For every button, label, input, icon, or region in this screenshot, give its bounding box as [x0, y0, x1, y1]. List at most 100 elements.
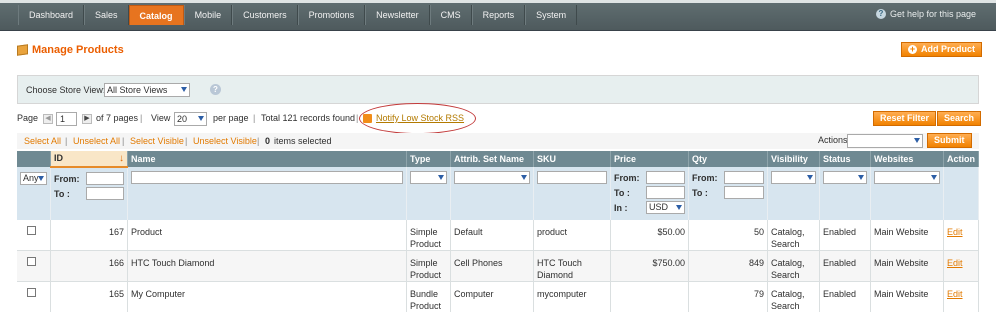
- cell-type: Simple Product: [406, 220, 451, 251]
- reset-filter-button[interactable]: Reset Filter: [873, 111, 937, 126]
- chevron-down-icon: [914, 138, 920, 143]
- col-visibility[interactable]: Visibility: [767, 151, 820, 167]
- submit-button[interactable]: Submit: [927, 133, 972, 148]
- col-attrib-set[interactable]: Attrib. Set Name: [450, 151, 534, 167]
- row-checkbox[interactable]: [27, 226, 36, 235]
- row-checkbox[interactable]: [27, 288, 36, 297]
- highlight-ellipse: [359, 103, 476, 134]
- cell-visibility: Catalog, Search: [767, 281, 820, 312]
- reset-filter-label: Reset Filter: [880, 113, 930, 123]
- price-to-input[interactable]: [646, 186, 685, 199]
- id-from-input[interactable]: [86, 172, 124, 185]
- name-filter-input[interactable]: [131, 171, 403, 184]
- nav-newsletter[interactable]: Newsletter: [365, 5, 430, 25]
- cell-websites: Main Website: [870, 281, 944, 312]
- unselect-all-link[interactable]: Unselect All: [73, 136, 120, 146]
- edit-link[interactable]: Edit: [947, 227, 963, 237]
- total-records: Total 121 records found: [261, 113, 356, 123]
- selected-label: items selected: [274, 136, 332, 146]
- divider: |: [185, 136, 188, 146]
- cell-sku: product: [533, 220, 611, 251]
- nav-customers[interactable]: Customers: [232, 5, 298, 25]
- price-in-label: In :: [614, 202, 628, 213]
- grid-header-row: ID ↓ Name Type Attrib. Set Name SKU Price…: [17, 151, 979, 168]
- top-navigation: Dashboard Sales Catalog Mobile Customers…: [0, 0, 996, 31]
- nav-promotions[interactable]: Promotions: [297, 5, 366, 25]
- col-action: Action: [943, 151, 979, 167]
- qty-to-input[interactable]: [724, 186, 764, 199]
- any-select[interactable]: Any: [20, 172, 47, 185]
- nav-sales[interactable]: Sales: [84, 5, 129, 25]
- cell-websites: Main Website: [870, 220, 944, 251]
- qty-from-input[interactable]: [724, 171, 764, 184]
- prev-page-icon[interactable]: ◀: [43, 114, 53, 124]
- id-to-input[interactable]: [86, 187, 124, 200]
- next-page-icon[interactable]: ▶: [82, 114, 92, 124]
- per-page-label: per page: [213, 113, 249, 123]
- nav-system[interactable]: System: [525, 5, 578, 25]
- cell-status: Enabled: [819, 220, 871, 251]
- divider: |: [122, 136, 125, 146]
- search-label: Search: [944, 113, 975, 123]
- select-visible-link[interactable]: Select Visible: [130, 136, 184, 146]
- info-icon[interactable]: ?: [210, 84, 221, 95]
- cell-name: HTC Touch Diamond: [127, 250, 407, 282]
- type-filter-select[interactable]: [410, 171, 447, 184]
- select-all-link[interactable]: Select All: [24, 136, 61, 146]
- cell-price: $750.00: [610, 250, 689, 282]
- nav-catalog[interactable]: Catalog: [128, 5, 184, 25]
- selected-count: 0: [265, 136, 271, 146]
- attrib-set-filter-select[interactable]: [454, 171, 530, 184]
- col-websites[interactable]: Websites: [870, 151, 944, 167]
- col-qty[interactable]: Qty: [688, 151, 768, 167]
- unselect-visible-link[interactable]: Unselect Visible: [193, 136, 257, 146]
- view-label: View: [151, 113, 171, 123]
- price-from-label: From:: [614, 172, 640, 183]
- col-type[interactable]: Type: [406, 151, 451, 167]
- cell-status: Enabled: [819, 281, 871, 312]
- col-id[interactable]: ID ↓: [50, 151, 128, 168]
- col-status[interactable]: Status: [819, 151, 871, 167]
- cell-type: Simple Product: [406, 250, 451, 282]
- nav-dashboard[interactable]: Dashboard: [18, 5, 85, 25]
- edit-link[interactable]: Edit: [947, 289, 963, 299]
- cell-visibility: Catalog, Search: [767, 250, 820, 282]
- help-link[interactable]: ? Get help for this page: [875, 9, 976, 19]
- add-product-label: Add Product: [921, 44, 975, 54]
- store-view-select[interactable]: All Store Views: [104, 83, 190, 97]
- chevron-down-icon: [198, 116, 204, 121]
- nav-cms[interactable]: CMS: [429, 5, 472, 25]
- nav-reports[interactable]: Reports: [471, 5, 526, 25]
- visibility-filter-select[interactable]: [771, 171, 816, 184]
- product-box-icon: [17, 44, 28, 56]
- table-row: 166 HTC Touch Diamond Simple Product Cel…: [17, 250, 979, 282]
- id-from-label: From:: [54, 173, 80, 184]
- per-page-select[interactable]: 20: [174, 112, 207, 126]
- chevron-down-icon: [676, 205, 682, 210]
- cell-sku: HTC Touch Diamond: [533, 250, 611, 282]
- row-checkbox[interactable]: [27, 257, 36, 266]
- chevron-down-icon: [438, 175, 444, 180]
- cell-id: 165: [50, 281, 128, 312]
- add-product-button[interactable]: + Add Product: [901, 42, 982, 57]
- cell-attrib-set: Computer: [450, 281, 534, 312]
- col-checkbox: [17, 151, 51, 167]
- page-title-text: Manage Products: [32, 44, 124, 56]
- status-filter-select[interactable]: [823, 171, 867, 184]
- sku-filter-input[interactable]: [537, 171, 607, 184]
- col-name[interactable]: Name: [127, 151, 407, 167]
- currency-select[interactable]: USD: [646, 201, 685, 214]
- price-from-input[interactable]: [646, 171, 685, 184]
- col-price[interactable]: Price: [610, 151, 689, 167]
- chevron-down-icon: [38, 176, 44, 181]
- col-sku[interactable]: SKU: [533, 151, 611, 167]
- websites-filter-select[interactable]: [874, 171, 940, 184]
- search-button[interactable]: Search: [937, 111, 982, 126]
- edit-link[interactable]: Edit: [947, 258, 963, 268]
- actions-select[interactable]: [847, 134, 923, 148]
- nav-mobile[interactable]: Mobile: [183, 5, 233, 25]
- page-input[interactable]: 1: [56, 112, 77, 126]
- actions-label: Actions: [818, 135, 848, 145]
- divider: |: [356, 113, 359, 123]
- cell-name: Product: [127, 220, 407, 251]
